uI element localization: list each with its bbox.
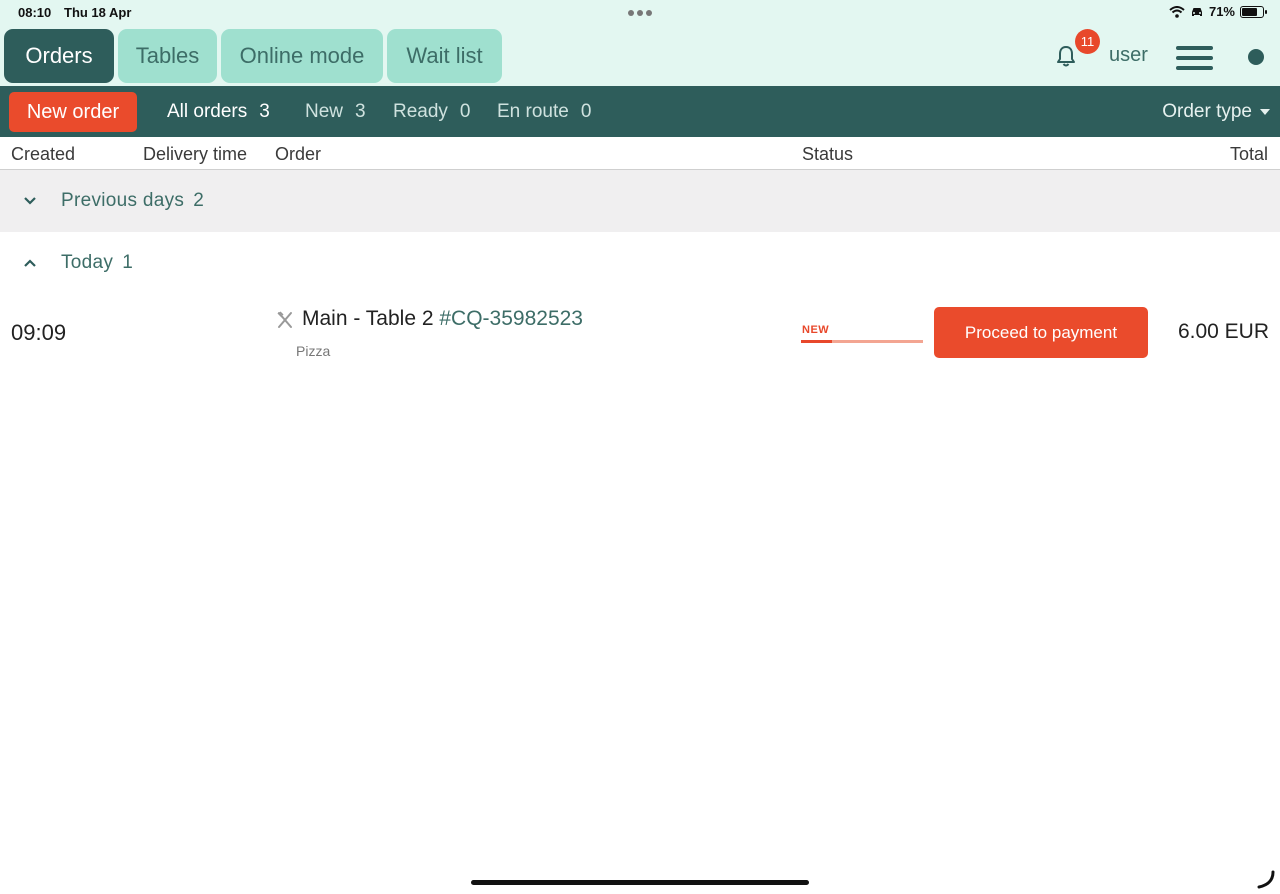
cutlery-icon bbox=[277, 311, 292, 328]
filter-count: 0 bbox=[459, 101, 471, 122]
column-status: Status bbox=[802, 144, 854, 164]
group-previous-days[interactable]: Previous days 2 bbox=[0, 170, 1280, 232]
battery-percent: 71% bbox=[1208, 4, 1235, 19]
order-type-label: Order type bbox=[1162, 101, 1252, 122]
hamburger-menu-icon[interactable] bbox=[1176, 46, 1213, 70]
order-created-time: 09:09 bbox=[11, 320, 67, 345]
group-label: Previous days 2 bbox=[61, 190, 204, 212]
tab-wait-list[interactable]: Wait list bbox=[387, 29, 502, 83]
car-icon bbox=[1191, 7, 1202, 16]
battery-icon bbox=[1240, 5, 1267, 18]
order-id[interactable]: #CQ-35982523 bbox=[439, 307, 583, 330]
filter-label: All orders bbox=[167, 101, 248, 122]
column-total: Total bbox=[1229, 144, 1268, 164]
caret-down-icon bbox=[1260, 109, 1270, 115]
home-indicator[interactable] bbox=[471, 880, 809, 885]
proceed-to-payment-button[interactable]: Proceed to payment bbox=[934, 307, 1148, 358]
group-title: Previous days bbox=[61, 190, 185, 211]
new-order-button[interactable]: New order bbox=[9, 92, 137, 132]
status-badge: NEW bbox=[802, 324, 830, 336]
corner-curve-icon bbox=[1257, 870, 1275, 889]
chevron-up-icon[interactable] bbox=[23, 256, 37, 270]
filter-label: New bbox=[305, 101, 344, 122]
top-navigation: Orders Tables Online mode Wait list 11 u… bbox=[0, 24, 1280, 86]
filter-count: 0 bbox=[580, 101, 592, 122]
order-row[interactable]: 09:09 Main - Table 2 #CQ-35982523 Pizza … bbox=[0, 294, 1280, 374]
filter-count: 3 bbox=[259, 101, 270, 122]
filter-ready[interactable]: Ready 0 bbox=[393, 101, 471, 123]
status-progress-fill bbox=[801, 340, 832, 343]
connection-status-dot bbox=[1248, 49, 1264, 65]
status-progress-bar bbox=[801, 340, 923, 343]
filter-count: 3 bbox=[355, 101, 366, 122]
filter-all-orders[interactable]: All orders 3 bbox=[167, 101, 270, 123]
tab-online-mode[interactable]: Online mode bbox=[221, 29, 383, 83]
group-today[interactable]: Today 1 bbox=[0, 232, 1280, 294]
group-count: 2 bbox=[193, 190, 205, 211]
order-title[interactable]: Main - Table 2 #CQ-35982523 bbox=[302, 307, 583, 331]
group-count: 1 bbox=[122, 252, 134, 273]
date: Thu 18 Apr bbox=[64, 5, 132, 20]
clock: 08:10 bbox=[18, 5, 52, 20]
filter-en-route[interactable]: En route 0 bbox=[497, 101, 591, 123]
filter-label: Ready bbox=[393, 101, 448, 122]
notification-badge[interactable]: 11 bbox=[1075, 29, 1100, 54]
user-label[interactable]: user bbox=[1109, 44, 1148, 67]
column-order: Order bbox=[275, 144, 322, 164]
status-bar: 08:10 Thu 18 Apr 71% bbox=[0, 0, 1280, 24]
table-header: Created Delivery time Order Status Total bbox=[0, 137, 1280, 170]
order-total: 6.00 EUR bbox=[1177, 320, 1269, 343]
order-type-dropdown[interactable]: Order type bbox=[1162, 101, 1270, 123]
status-icons: 71% bbox=[1169, 4, 1267, 19]
column-created: Created bbox=[11, 144, 76, 164]
filter-new[interactable]: New 3 bbox=[305, 101, 366, 123]
wifi-icon bbox=[1169, 5, 1185, 18]
column-delivery-time: Delivery time bbox=[143, 144, 248, 164]
order-items: Pizza bbox=[296, 343, 331, 359]
group-title: Today bbox=[61, 252, 114, 273]
tab-orders[interactable]: Orders bbox=[4, 29, 114, 83]
multitasking-dots-icon[interactable] bbox=[628, 10, 652, 16]
order-name: Main - Table 2 bbox=[302, 307, 434, 330]
filter-label: En route bbox=[497, 101, 569, 122]
group-label: Today 1 bbox=[61, 252, 133, 274]
tab-tables[interactable]: Tables bbox=[118, 29, 217, 83]
filter-bar: New order All orders 3 New 3 Ready 0 En … bbox=[0, 86, 1280, 137]
chevron-down-icon[interactable] bbox=[23, 194, 37, 208]
